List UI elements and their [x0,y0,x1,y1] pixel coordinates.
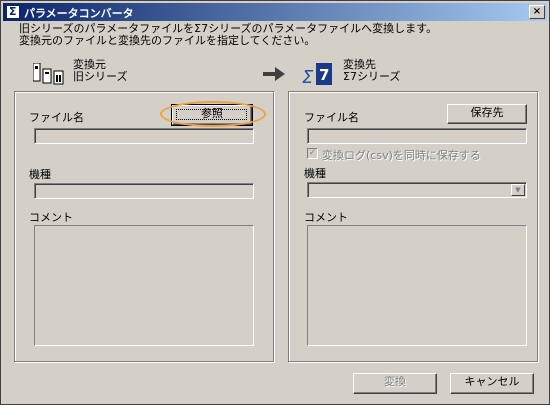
svg-text:Σ: Σ [302,67,314,87]
destination-file-value [308,129,526,143]
cancel-button[interactable]: キャンセル [450,373,534,394]
source-model-label: 機種 [29,168,51,181]
destination-model-label: 機種 [304,167,326,180]
save-log-label: 変換ログ(csv)を同時に保存する [322,149,481,162]
right-arrow-icon [263,67,285,81]
source-comment-area[interactable] [34,225,254,346]
sigma7-icon: Σ 7 [302,63,332,87]
title-bar[interactable]: パラメータコンバータ × [3,3,547,21]
highlight-ring [160,101,266,127]
window-title: パラメータコンバータ [24,7,134,20]
destination-file-field[interactable] [307,128,527,144]
description: 旧シリーズのパラメータファイルをΣ7シリーズのパラメータファイルへ変換します。 … [19,23,437,47]
close-button[interactable]: × [529,5,545,19]
source-model-field[interactable] [34,183,254,199]
chevron-down-icon[interactable]: ▼ [511,184,525,196]
destination-model-select[interactable]: ▼ [307,182,527,198]
servo-units-icon [33,63,64,85]
destination-model-value [308,183,526,197]
source-file-value [35,129,253,143]
destination-heading: 変換先 Σ7シリーズ [343,59,400,83]
app-icon [6,5,20,19]
destination-comment-label: コメント [304,211,348,224]
source-file-label: ファイル名 [29,111,84,124]
save-log-checkbox[interactable]: ✓ [307,148,318,159]
description-line-2: 変換元のファイルと変換先のファイルを指定してください。 [19,34,316,47]
source-model-value [35,184,253,198]
source-heading: 変換元 旧シリーズ [73,59,127,83]
save-as-button[interactable]: 保存先 [447,104,527,124]
svg-text:7: 7 [319,66,329,84]
source-file-field[interactable] [34,128,254,144]
destination-file-label: ファイル名 [304,111,359,124]
source-comment-label: コメント [29,211,73,224]
convert-button[interactable]: 変換 [353,373,437,394]
source-heading-line-2: 旧シリーズ [73,70,128,83]
destination-comment-area[interactable] [307,225,527,346]
destination-heading-line-2: Σ7シリーズ [343,70,401,83]
parameter-converter-dialog: パラメータコンバータ × 旧シリーズのパラメータファイルをΣ7シリーズのパラメー… [0,0,550,405]
